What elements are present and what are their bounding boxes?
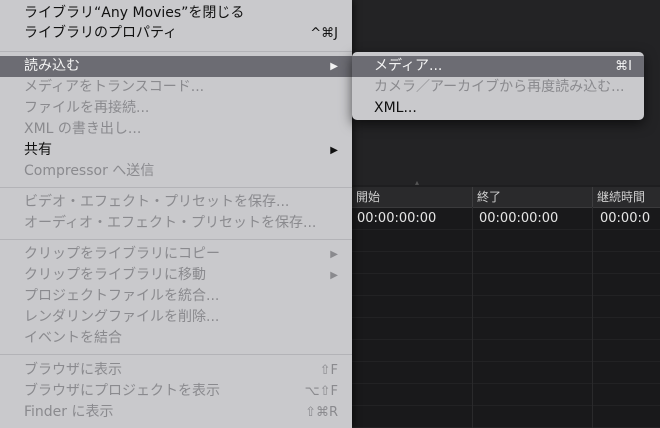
submenu-arrow-icon: ▶ [330,270,338,281]
menu-item-label: ブラウザに表示 [24,362,122,378]
menu-item-reveal-in-finder[interactable]: Finder に表示 ⇧⌘R [0,402,352,423]
table-header: 開始 終了 継続時間 [352,187,660,208]
menu-item-close-library[interactable]: ライブラリ“Any Movies”を閉じる [0,3,352,24]
column-header-duration[interactable]: 継続時間 [592,187,660,207]
submenu-item-reimport-from-camera[interactable]: カメラ／アーカイブから再度読み込む... [352,77,644,98]
menu-separator [0,239,352,240]
menu-item-label: メディアをトランスコード... [24,79,205,95]
shortcut-label: ⇧F [319,363,338,378]
menu-separator [0,51,352,52]
menu-item-label: プロジェクトファイルを統合... [24,288,220,304]
menu-item-label: 読み込む [24,58,80,74]
menu-item-copy-clip-to-library[interactable]: クリップをライブラリにコピー ▶ [0,244,352,265]
menu-item-label: Finder に表示 [24,404,114,420]
menu-item-import[interactable]: 読み込む ▶ [0,56,352,77]
column-divider [592,207,593,428]
menu-item-merge-events[interactable]: イベントを結合 [0,328,352,349]
import-submenu: メディア... ⌘I カメラ／アーカイブから再度読み込む... XML... [352,52,644,120]
menu-separator [0,354,352,355]
submenu-item-label: メディア... [374,58,443,74]
submenu-arrow-icon: ▶ [330,61,338,72]
menu-item-reveal-in-browser[interactable]: ブラウザに表示 ⇧F [0,360,352,381]
table-row [352,406,660,428]
shortcut-label: ^⌘J [310,26,338,41]
table-row [352,252,660,274]
table-row [352,274,660,296]
table-row [352,384,660,406]
menu-item-delete-render-files[interactable]: レンダリングファイルを削除... [0,307,352,328]
table-row [352,318,660,340]
menu-item-send-to-compressor[interactable]: Compressor へ送信 [0,161,352,182]
menu-item-label: オーディオ・エフェクト・プリセットを保存... [24,215,317,231]
table-row [352,340,660,362]
menu-item-label: クリップをライブラリにコピー [24,246,220,262]
shortcut-label: ⌘I [615,59,632,74]
table-row [352,230,660,252]
column-divider [472,207,473,428]
menu-item-move-clip-to-library[interactable]: クリップをライブラリに移動 ▶ [0,265,352,286]
menu-separator [0,187,352,188]
file-menu: ライブラリ“Any Movies”を閉じる ライブラリのプロパティ ^⌘J 読み… [0,0,352,428]
column-header-start[interactable]: 開始 [352,187,472,207]
submenu-arrow-icon: ▶ [330,145,338,156]
column-header-end[interactable]: 終了 [472,187,592,207]
menu-item-library-properties[interactable]: ライブラリのプロパティ ^⌘J [0,23,352,44]
menu-item-label: ファイルを再接続... [24,100,150,116]
table-row[interactable]: 00:00:00:00 00:00:00:00 00:00:0 [352,208,660,230]
submenu-item-xml[interactable]: XML... [352,98,644,119]
cell-end: 00:00:00:00 [479,211,559,226]
menu-item-label: 共有 [24,142,52,158]
menu-item-save-video-effects-preset[interactable]: ビデオ・エフェクト・プリセットを保存... [0,192,352,213]
table-row [352,296,660,318]
menu-item-label: XML の書き出し... [24,121,142,137]
menu-item-label: ブラウザにプロジェクトを表示 [24,383,220,399]
table-row [352,362,660,384]
menu-item-save-audio-effects-preset[interactable]: オーディオ・エフェクト・プリセットを保存... [0,213,352,234]
submenu-item-label: カメラ／アーカイブから再度読み込む... [374,79,625,95]
menu-item-label: ビデオ・エフェクト・プリセットを保存... [24,194,290,210]
menu-item-label: クリップをライブラリに移動 [24,267,206,283]
menu-item-share[interactable]: 共有 ▶ [0,140,352,161]
menu-item-label: レンダリングファイルを削除... [24,309,220,325]
menu-item-label: ライブラリ“Any Movies”を閉じる [24,5,245,21]
clip-table: 開始 終了 継続時間 00:00:00:00 00:00:00:00 00:00… [352,187,660,428]
submenu-item-media[interactable]: メディア... ⌘I [352,56,644,77]
cell-start: 00:00:00:00 [357,211,437,226]
menu-item-reveal-project-in-browser[interactable]: ブラウザにプロジェクトを表示 ⌥⇧F [0,381,352,402]
shortcut-label: ⇧⌘R [305,405,338,420]
divider-handle-icon[interactable]: ▴ [415,179,425,187]
menu-item-relink-files[interactable]: ファイルを再接続... [0,98,352,119]
menu-item-label: ライブラリのプロパティ [24,25,178,41]
menu-item-export-xml[interactable]: XML の書き出し... [0,119,352,140]
shortcut-label: ⌥⇧F [304,384,338,399]
submenu-item-label: XML... [374,100,417,116]
cell-duration: 00:00:0 [600,211,651,226]
menu-item-transcode-media[interactable]: メディアをトランスコード... [0,77,352,98]
menu-item-consolidate-project-files[interactable]: プロジェクトファイルを統合... [0,286,352,307]
submenu-arrow-icon: ▶ [330,249,338,260]
menu-item-label: イベントを結合 [24,330,122,346]
menu-item-label: Compressor へ送信 [24,163,155,179]
